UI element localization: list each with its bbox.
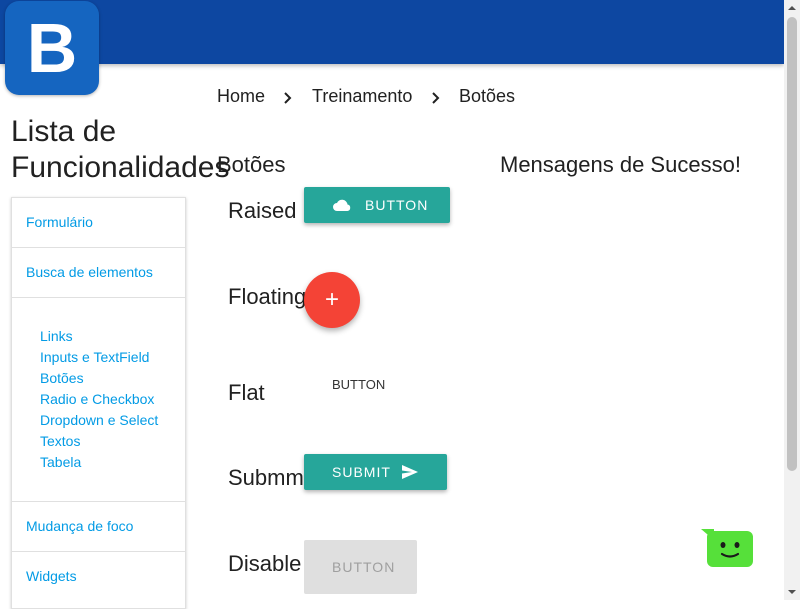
sidebar-item-widgets[interactable]: Widgets [12,552,185,601]
sidebar-subitem-links[interactable]: Links [40,328,73,344]
breadcrumb-botoes: Botões [459,86,516,106]
submit-label: Submm [228,465,304,490]
sidebar-menu: Formulário Busca de elementos Links Inpu… [11,197,186,609]
top-navbar [0,0,784,64]
site-logo[interactable]: B [5,1,99,95]
sidebar-item-label: Mudança de foco [26,518,134,534]
submit-button-label: SUBMIT [332,464,391,480]
chevron-right-icon [284,92,292,104]
disabled-button: BUTTON [304,540,417,594]
success-messages-title: Mensagens de Sucesso! [500,152,741,177]
chat-widget-icon[interactable] [700,528,754,568]
sidebar-subitem-radio[interactable]: Radio e Checkbox [40,391,154,407]
sidebar-item-label: Formulário [26,214,93,230]
sidebar-submenu: Links Inputs e TextField Botões Radio e … [12,298,185,502]
scroll-down-arrow-icon[interactable] [784,584,800,600]
flat-button[interactable]: BUTTON [332,377,385,392]
sidebar-subitem-textos[interactable]: Textos [40,433,80,449]
sidebar-item-label: Busca de elementos [26,264,153,280]
cloud-icon [333,199,351,211]
floating-label: Floating [228,284,307,309]
raised-label: Raised [228,198,297,223]
sidebar-item-label: Widgets [26,568,77,584]
sidebar-subitem-botoes[interactable]: Botões [40,370,84,386]
scroll-up-arrow-icon[interactable] [784,0,800,16]
sidebar-title-line2: Funcionalidades [11,151,230,184]
breadcrumb-treinamento[interactable]: Treinamento [312,86,412,107]
floating-action-button[interactable]: + [304,272,360,328]
section-title: Botões [217,152,286,177]
sidebar-subitem-tabela[interactable]: Tabela [40,454,81,470]
chevron-right-icon [432,92,440,104]
scrollbar-thumb[interactable] [787,17,797,471]
sidebar-item-mudanca-de-foco[interactable]: Mudança de foco [12,502,185,552]
sidebar-item-formulario[interactable]: Formulário [12,198,185,248]
sidebar-subitem-dropdown[interactable]: Dropdown e Select [40,412,158,428]
disabled-label: Disable [228,551,302,576]
disabled-button-label: BUTTON [332,559,396,575]
plus-icon: + [324,286,339,313]
send-icon [402,465,418,479]
sidebar-item-busca-de-elementos[interactable]: Busca de elementos [12,248,185,298]
logo-letter: B [26,9,78,87]
sidebar-title: Lista de Funcionalidades [11,114,251,186]
raised-button-label: BUTTON [365,197,429,213]
raised-button[interactable]: BUTTON [304,187,450,223]
sidebar-subitem-inputs[interactable]: Inputs e TextField [40,349,149,365]
sidebar-title-line1: Lista de [11,115,117,148]
submit-button[interactable]: SUBMIT [304,454,447,490]
vertical-scrollbar[interactable] [784,0,800,600]
flat-label: Flat [228,380,265,405]
breadcrumb-home[interactable]: Home [217,86,265,107]
